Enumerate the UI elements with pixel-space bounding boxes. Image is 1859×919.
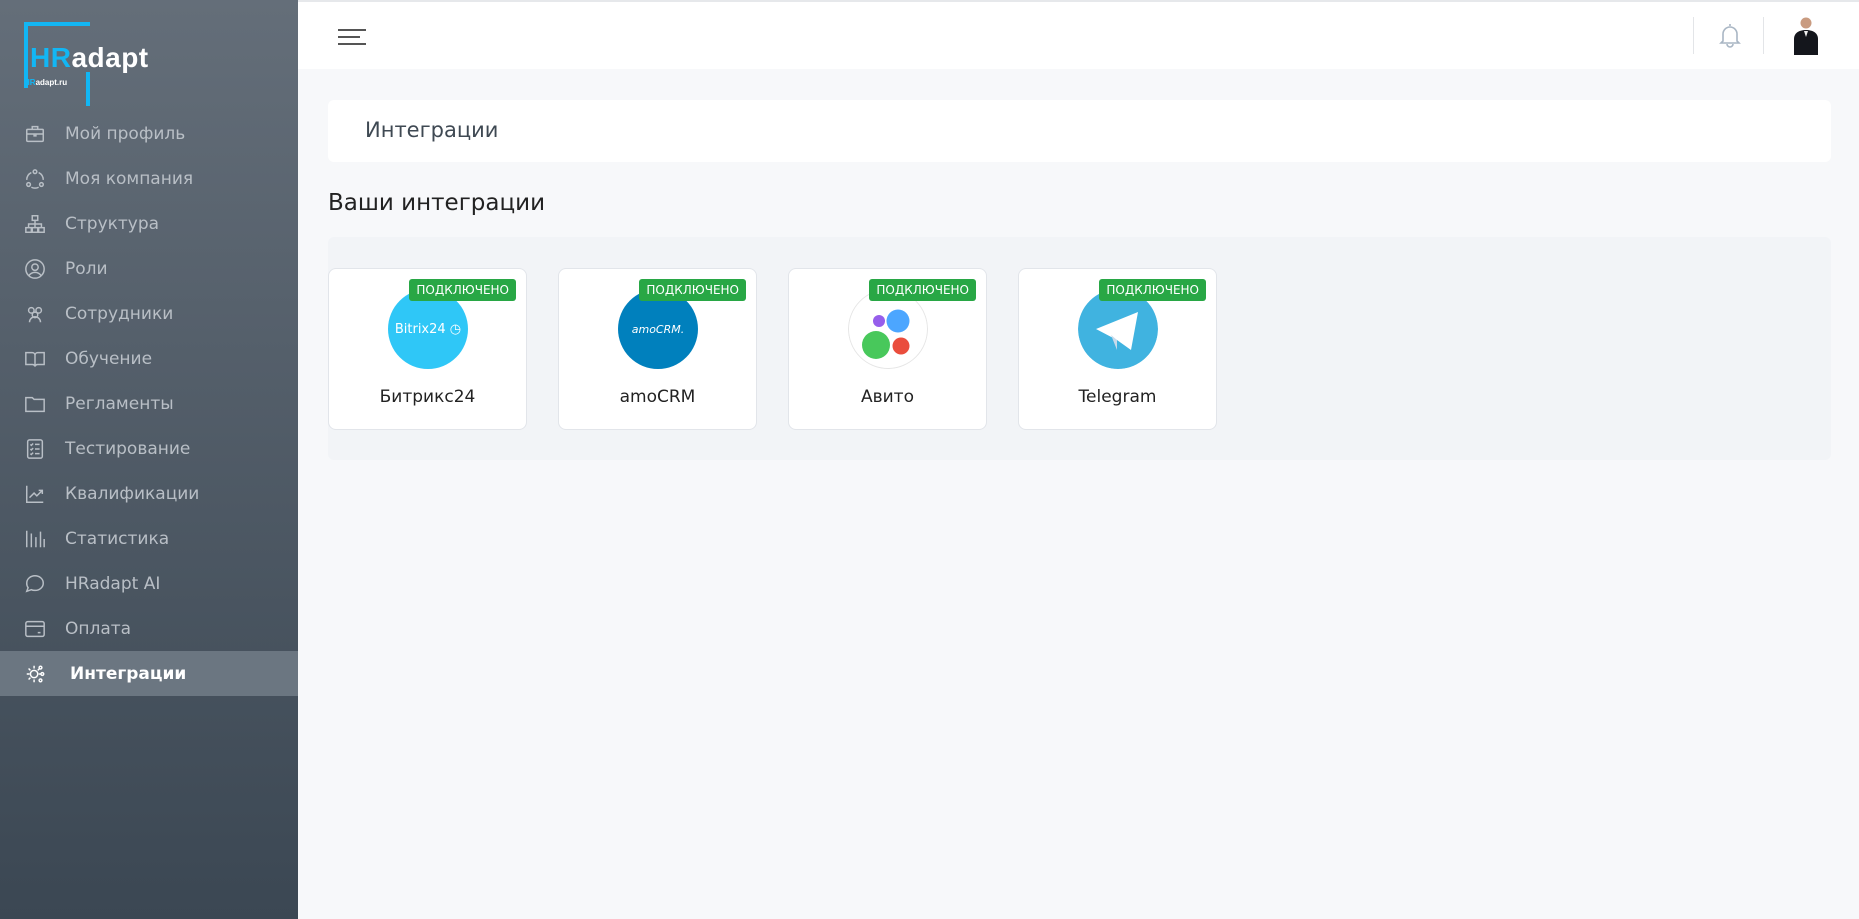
page-title: Интеграции — [365, 118, 499, 142]
sidebar-item-structure[interactable]: Структура — [0, 201, 298, 246]
hamburger-menu-icon[interactable] — [338, 29, 366, 47]
section-title: Ваши интеграции — [328, 190, 546, 216]
gear-integrations-icon — [26, 664, 45, 683]
sidebar-item-payment[interactable]: Оплата — [0, 606, 298, 651]
bell-icon[interactable] — [1718, 22, 1742, 48]
sidebar-item-statistics[interactable]: Статистика — [0, 516, 298, 561]
status-badge: ПОДКЛЮЧЕНО — [639, 279, 746, 301]
sidebar-item-qualifications[interactable]: Квалификации — [0, 471, 298, 516]
avatar[interactable] — [1791, 15, 1821, 55]
integration-name: Битрикс24 — [379, 387, 476, 407]
chart-line-icon — [26, 485, 44, 503]
structure-icon — [25, 214, 45, 233]
sidebar-item-profile[interactable]: Мой профиль — [0, 111, 298, 156]
book-icon — [25, 351, 45, 367]
top-header — [298, 0, 1859, 69]
company-network-icon — [26, 168, 44, 189]
status-badge: ПОДКЛЮЧЕНО — [409, 279, 516, 301]
users-icon — [27, 306, 43, 322]
sidebar-item-learning[interactable]: Обучение — [0, 336, 298, 381]
logo[interactable]: HRadapt HRadapt.ru — [24, 22, 164, 106]
sidebar-item-ai[interactable]: HRadapt AI — [0, 561, 298, 606]
page-title-card: Интеграции — [328, 100, 1831, 162]
integration-name: Telegram — [1078, 387, 1157, 407]
sidebar: HRadapt HRadapt.ru Мой профиль Моя компа… — [0, 0, 298, 919]
integration-name: amoCRM — [619, 387, 696, 407]
divider — [1693, 17, 1694, 54]
bitrix24-logo: Bitrix24 ◷ — [388, 289, 468, 369]
sidebar-item-regulations[interactable]: Регламенты — [0, 381, 298, 426]
sidebar-menu: Мой профиль Моя компания Структура Роли … — [0, 111, 298, 696]
integration-card-amocrm[interactable]: amoCRM. ПОДКЛЮЧЕНО amoCRM — [558, 268, 757, 430]
divider — [1763, 17, 1764, 54]
sidebar-item-employees[interactable]: Сотрудники — [0, 291, 298, 336]
briefcase-icon — [26, 125, 44, 142]
sidebar-item-integrations[interactable]: Интеграции — [0, 651, 298, 696]
sidebar-item-roles[interactable]: Роли — [0, 246, 298, 291]
integration-name: Авито — [860, 387, 914, 407]
sidebar-item-company[interactable]: Моя компания — [0, 156, 298, 201]
integration-card-avito[interactable]: ПОДКЛЮЧЕНО Авито — [788, 268, 987, 430]
telegram-logo — [1078, 289, 1158, 369]
folder-icon — [25, 396, 45, 412]
status-badge: ПОДКЛЮЧЕНО — [869, 279, 976, 301]
integration-card-bitrix24[interactable]: Bitrix24 ◷ ПОДКЛЮЧЕНО Битрикс24 — [328, 268, 527, 430]
integrations-panel: Bitrix24 ◷ ПОДКЛЮЧЕНО Битрикс24 amoCRM. … — [328, 237, 1831, 460]
bar-stats-icon — [26, 530, 45, 547]
sidebar-item-testing[interactable]: Тестирование — [0, 426, 298, 471]
integration-card-telegram[interactable]: ПОДКЛЮЧЕНО Telegram — [1018, 268, 1217, 430]
chat-icon — [25, 574, 44, 593]
amocrm-logo: amoCRM. — [618, 289, 698, 369]
card-icon — [25, 620, 45, 637]
status-badge: ПОДКЛЮЧЕНО — [1099, 279, 1206, 301]
checklist-icon — [26, 438, 44, 459]
avito-logo — [848, 289, 928, 369]
user-circle-icon — [25, 258, 45, 279]
